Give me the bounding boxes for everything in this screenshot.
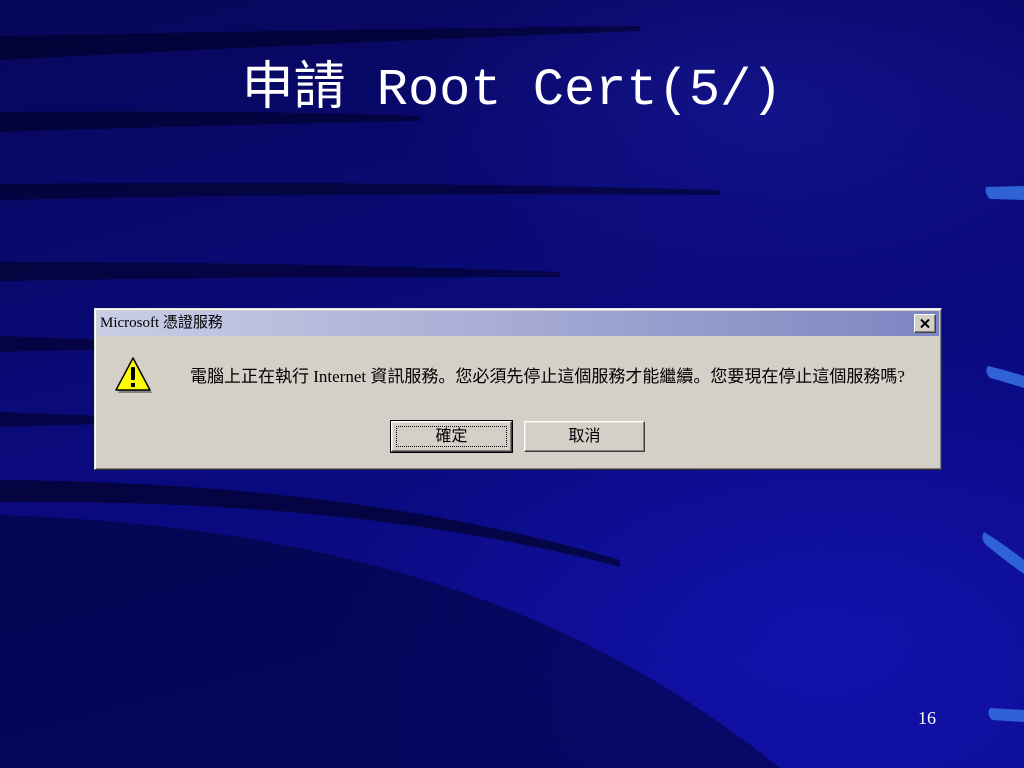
background-stripe — [0, 182, 720, 200]
message-dialog: Microsoft 憑證服務 電腦上正在執行 Internet 資訊服務。您必須… — [94, 308, 942, 470]
background-stripe — [0, 336, 100, 352]
slide-page-number: 16 — [918, 708, 936, 728]
accent-bar — [988, 708, 1024, 722]
slide: 申請 Root Cert(5/) Microsoft 憑證服務 電腦上正在執行 … — [0, 0, 1024, 768]
cancel-button[interactable]: 取消 — [524, 421, 645, 452]
warning-icon — [115, 357, 152, 393]
dialog-titlebar[interactable]: Microsoft 憑證服務 — [97, 311, 939, 336]
accent-bar — [986, 366, 1024, 388]
dialog-title: Microsoft 憑證服務 — [100, 315, 223, 331]
background-stripe — [0, 26, 640, 60]
close-button[interactable] — [914, 314, 936, 333]
ok-button-label: 確定 — [435, 427, 468, 445]
background-shadow — [0, 515, 780, 768]
dialog-message: 電腦上正在執行 Internet 資訊服務。您必須先停止這個服務才能繼續。您要現… — [190, 367, 905, 386]
background-stripe — [0, 262, 560, 281]
accent-bar — [982, 532, 1024, 574]
close-icon — [920, 319, 930, 328]
cancel-button-label: 取消 — [568, 427, 601, 445]
ok-button[interactable]: 確定 — [390, 420, 513, 453]
background-stripe — [0, 412, 100, 427]
accent-bar — [985, 186, 1024, 200]
slide-title: 申請 Root Cert(5/) — [241, 61, 783, 120]
